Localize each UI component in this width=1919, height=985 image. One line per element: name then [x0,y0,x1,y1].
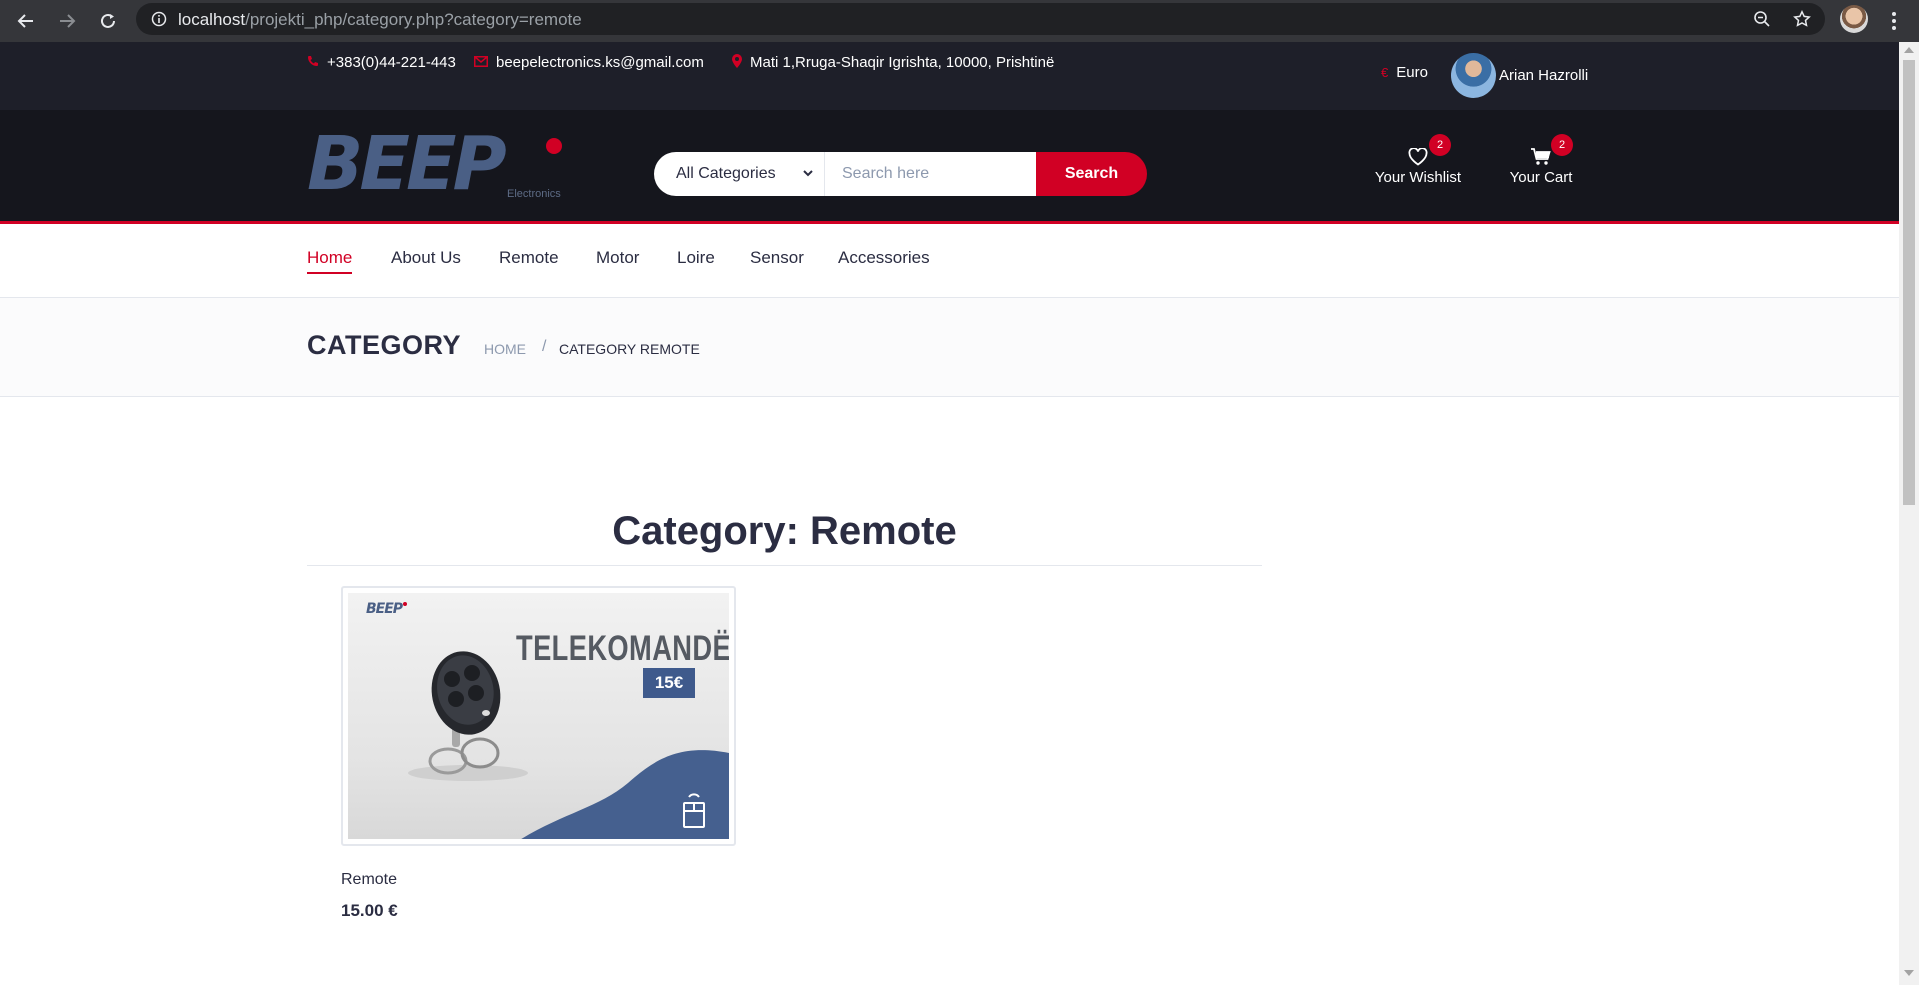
user-name: Arian Hazrolli [1499,67,1589,84]
product-image-artwork: BEEP TELEKOMANDË 15€ [348,593,729,839]
reload-icon[interactable] [96,9,120,33]
search-button-label: Search [1064,165,1119,182]
scrollbar-thumb[interactable] [1903,60,1915,505]
browser-menu-icon[interactable] [1888,9,1900,33]
nav-about-us[interactable]: About Us [391,248,461,268]
phone-number: +383(0)44-221-443 [327,54,456,71]
euro-icon: € [1381,65,1389,80]
nav-loire[interactable]: Loire [677,248,715,268]
product-card[interactable]: BEEP TELEKOMANDË 15€ Remote 15.00 € [341,586,736,921]
product-image[interactable]: BEEP TELEKOMANDË 15€ [341,586,736,846]
phone-icon [307,55,319,70]
breadcrumb: CATEGORY HOME / CATEGORY REMOTE [0,298,1899,397]
nav-home[interactable]: Home [307,248,353,274]
main-navigation: Home About Us Remote Motor Loire Sensor … [0,227,1899,298]
logo-subtitle: Electronics [507,188,561,200]
nav-accessories[interactable]: Accessories [838,248,930,268]
email-link[interactable]: beepelectronics.ks@gmail.com [474,54,704,71]
zoom-icon[interactable] [1752,9,1772,29]
cart-link[interactable]: 2 Your Cart [1506,134,1576,186]
breadcrumb-current: CATEGORY REMOTE [559,341,700,357]
nav-sensor[interactable]: Sensor [750,248,804,268]
page-scrollbar[interactable] [1899,42,1919,985]
section-heading: Category: Remote [612,509,957,553]
nav-motor[interactable]: Motor [596,248,639,268]
forward-arrow-icon[interactable] [55,9,79,33]
page-title: CATEGORY [307,330,462,360]
breadcrumb-separator: / [542,338,547,355]
top-header: +383(0)44-221-443 beepelectronics.ks@gma… [0,42,1899,110]
remote-key-fob-picture [408,651,729,839]
address-bar[interactable]: localhost/projekti_php/category.php?cate… [136,3,1825,35]
address-link[interactable]: Mati 1,Rruga-Shaqir Igrishta, 10000, Pri… [732,54,1054,71]
search-placeholder: Search here [842,165,930,182]
search-form: All Categories Search here Search [654,152,1147,196]
cart-label: Your Cart [1509,169,1573,186]
back-arrow-icon[interactable] [14,9,38,33]
wishlist-count-badge: 2 [1429,134,1451,156]
product-name[interactable]: Remote [341,871,736,889]
breadcrumb-home-link[interactable]: HOME [484,341,526,357]
section-title: Category: Remote [307,506,1262,566]
map-marker-icon [732,54,742,71]
scroll-down-arrow-icon[interactable] [1904,970,1914,976]
url-text: localhost/projekti_php/category.php?cate… [178,10,582,29]
user-avatar [1451,53,1496,98]
logo-word: BEEP [307,121,507,207]
phone-link[interactable]: +383(0)44-221-443 [307,54,456,71]
site-logo[interactable]: BEEP Electronics [307,124,577,204]
user-account-link[interactable]: Arian Hazrolli [1451,53,1588,98]
category-select[interactable]: All Categories [654,152,825,196]
browser-profile-avatar[interactable] [1840,5,1868,33]
site-info-icon[interactable] [149,9,169,29]
bookmark-star-icon[interactable] [1792,9,1812,29]
email-address: beepelectronics.ks@gmail.com [496,54,704,71]
scroll-up-arrow-icon[interactable] [1904,47,1914,53]
envelope-icon [474,55,488,70]
cart-count-badge: 2 [1551,134,1573,156]
search-input[interactable]: Search here [825,152,1036,196]
chevron-down-icon [802,165,814,186]
wishlist-link[interactable]: 2 Your Wishlist [1373,134,1463,186]
logo-dot [546,138,562,154]
search-button[interactable]: Search [1036,152,1147,196]
category-select-value: All Categories [676,165,776,182]
browser-toolbar: localhost/projekti_php/category.php?cate… [0,0,1919,42]
nav-remote[interactable]: Remote [499,248,559,268]
currency-selector[interactable]: € Euro [1381,64,1428,81]
product-price: 15.00 € [341,901,398,920]
store-address: Mati 1,Rruga-Shaqir Igrishta, 10000, Pri… [750,54,1055,71]
main-header: BEEP Electronics All Categories Search h… [0,110,1899,224]
currency-label: Euro [1396,64,1428,81]
wishlist-label: Your Wishlist [1374,169,1462,186]
